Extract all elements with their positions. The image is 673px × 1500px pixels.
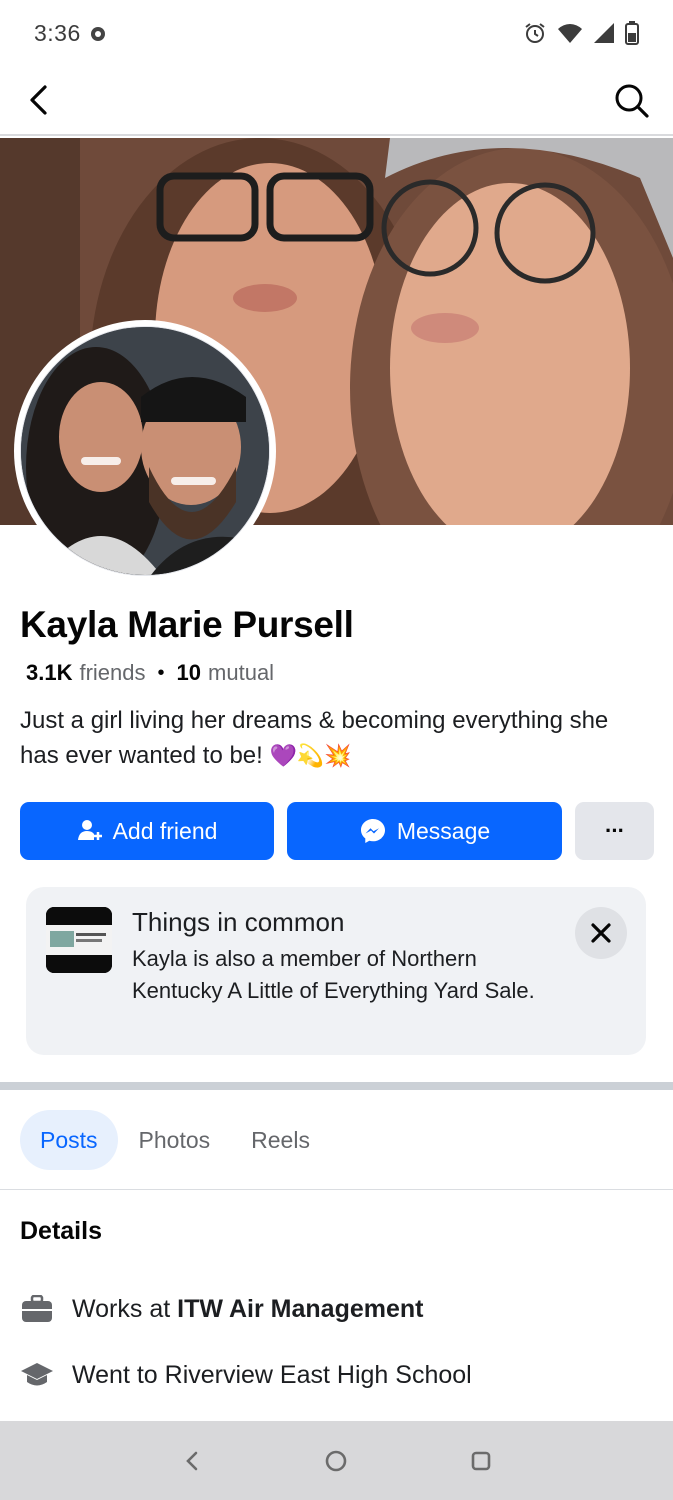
more-options-button[interactable]: ··· [575,802,654,860]
profile-tabs: Posts Photos Reels [20,1110,331,1170]
work-place: ITW Air Management [177,1294,424,1323]
nav-home-button[interactable] [316,1441,356,1481]
more-icon: ··· [605,818,625,843]
nav-back-button[interactable] [172,1441,212,1481]
dismiss-button[interactable] [575,907,627,959]
friends-count: 3.1K [26,660,73,685]
cell-signal-icon [594,23,614,43]
add-person-icon [77,820,102,840]
recents-square-icon [471,1451,491,1470]
wifi-icon [558,24,582,43]
messenger-icon [360,819,385,843]
message-label: Message [396,817,491,844]
message-button[interactable]: Message [287,802,562,860]
school-text: Went to Riverview East High School [72,1360,472,1389]
friends-line[interactable]: 3.1K friends • 10 mutual [26,660,274,686]
back-triangle-icon [186,1451,198,1470]
status-time: 3:36 [34,19,81,46]
nav-recents-button[interactable] [461,1441,501,1481]
detail-work[interactable]: Works at ITW Air Management [20,1289,424,1329]
status-bar: 3:36 [0,0,673,66]
group-thumbnail [46,907,112,973]
things-in-common-card[interactable]: Things in common Kayla is also a member … [26,887,646,1055]
details-title: Details [20,1217,102,1245]
top-nav [0,66,673,136]
search-button[interactable] [613,82,651,120]
tabs-divider [0,1189,673,1190]
mutual-count: 10 [176,660,202,685]
add-friend-label: Add friend [112,817,218,844]
friends-label: friends [79,660,146,685]
add-friend-button[interactable]: Add friend [20,802,274,860]
tab-posts[interactable]: Posts [20,1110,118,1170]
close-icon [591,923,611,943]
back-button[interactable] [22,82,58,118]
search-icon [615,84,649,118]
alarm-icon [525,23,545,43]
graduation-cap-icon [20,1358,54,1392]
avatar-image [20,326,270,576]
profile-name: Kayla Marie Pursell [20,604,354,645]
things-in-common-title: Things in common [132,907,345,937]
home-circle-icon [326,1450,347,1471]
tab-reels[interactable]: Reels [231,1110,330,1170]
briefcase-icon [20,1292,54,1326]
section-divider [0,1082,673,1090]
android-nav-bar [0,1421,673,1500]
notification-dot-icon [90,27,105,41]
profile-bio: Just a girl living her dreams & becoming… [20,703,650,774]
back-arrow-icon [30,85,47,115]
battery-icon [625,21,639,45]
separator-dot: • [157,661,165,684]
work-prefix: Works at [72,1294,171,1323]
status-icons [523,21,639,45]
things-in-common-text: Kayla is also a member of Northern Kentu… [132,946,535,1003]
bio-emojis: 💜💫💥 [269,744,352,769]
detail-school[interactable]: Went to Riverview East High School [20,1355,472,1395]
mutual-label: mutual [208,660,275,685]
profile-avatar[interactable] [14,320,276,582]
tab-photos[interactable]: Photos [119,1110,231,1170]
